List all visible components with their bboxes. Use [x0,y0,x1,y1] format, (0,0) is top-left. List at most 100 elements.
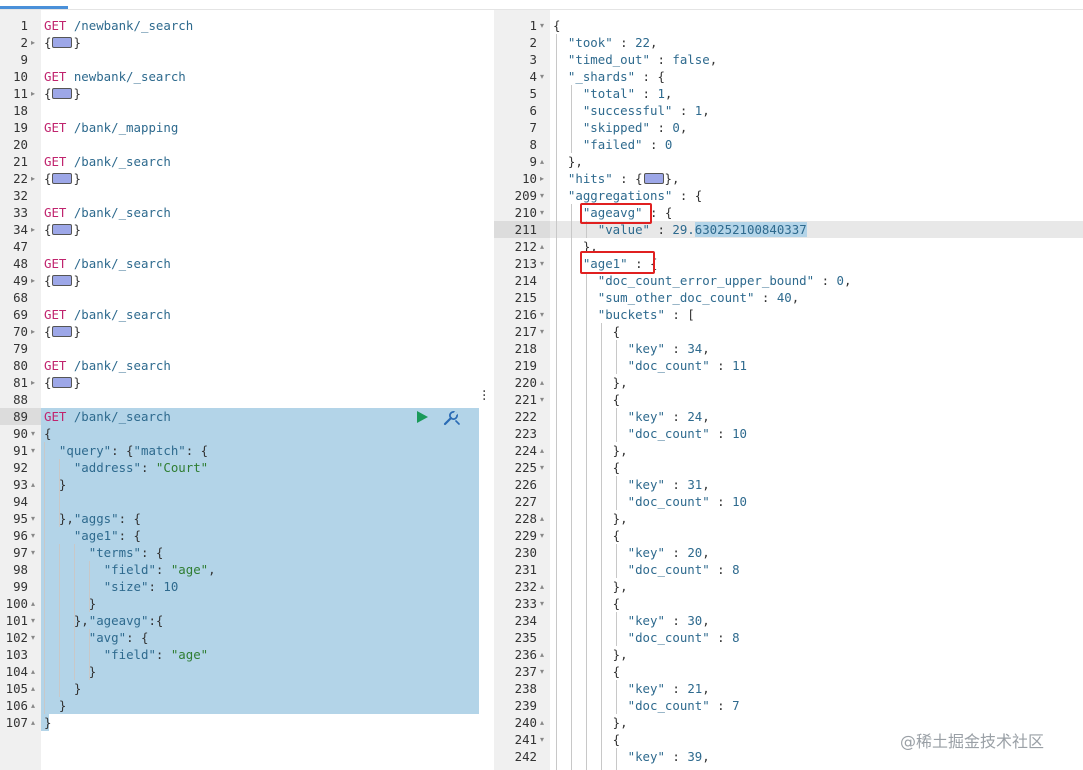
collapse-fold-icon[interactable]: ▾ [540,323,544,340]
run-request-icon[interactable] [417,411,428,423]
code-line[interactable]: } [44,697,66,714]
code-line[interactable]: GET /bank/_search [44,153,171,170]
active-tab-indicator[interactable] [0,6,68,9]
code-line[interactable]: GET /newbank/_search [44,17,193,34]
code-line[interactable]: "key" : 31, [553,476,710,493]
code-line[interactable]: } [44,476,66,493]
collapse-fold-icon[interactable]: ▴ [31,476,35,493]
code-line[interactable]: "aggregations" : { [553,187,702,204]
collapse-fold-icon[interactable]: ▾ [31,629,35,646]
code-line[interactable]: "doc_count" : 8 [553,561,740,578]
code-line[interactable]: "key" : 34, [553,340,710,357]
collapse-fold-icon[interactable]: ▾ [540,663,544,680]
collapse-fold-icon[interactable]: ▴ [540,238,544,255]
code-line[interactable]: "skipped" : 0, [553,119,687,136]
code-line[interactable]: "doc_count_error_upper_bound" : 0, [553,272,852,289]
code-line[interactable]: "buckets" : [ [553,306,695,323]
expand-fold-icon[interactable]: ▸ [31,323,35,340]
code-line[interactable]: "key" : 20, [553,544,710,561]
collapse-fold-icon[interactable]: ▴ [540,578,544,595]
expand-fold-icon[interactable]: ▸ [31,85,35,102]
collapse-fold-icon[interactable]: ▴ [31,714,35,731]
code-line[interactable]: }, [553,578,628,595]
collapsed-block-icon[interactable] [52,88,73,99]
collapse-fold-icon[interactable]: ▴ [31,680,35,697]
expand-fold-icon[interactable]: ▸ [31,374,35,391]
code-line[interactable]: "doc_count" : 11 [553,357,747,374]
code-line[interactable]: {} [44,272,81,289]
code-line[interactable]: "_shards" : { [553,68,665,85]
collapsed-block-icon[interactable] [643,173,664,184]
collapse-fold-icon[interactable]: ▾ [31,527,35,544]
expand-fold-icon[interactable]: ▸ [31,221,35,238]
collapse-fold-icon[interactable]: ▾ [31,510,35,527]
expand-fold-icon[interactable]: ▸ [31,170,35,187]
code-line[interactable]: "query": {"match": { [44,442,208,459]
collapse-fold-icon[interactable]: ▴ [540,153,544,170]
expand-fold-icon[interactable]: ▸ [31,272,35,289]
collapse-fold-icon[interactable]: ▾ [540,731,544,748]
collapse-fold-icon[interactable]: ▾ [540,187,544,204]
code-line[interactable]: { [44,425,51,442]
code-line[interactable]: }, [553,374,628,391]
code-line[interactable]: "successful" : 1, [553,102,710,119]
expand-fold-icon[interactable]: ▸ [31,34,35,51]
wrench-icon[interactable] [442,409,460,427]
code-line[interactable]: "took" : 22, [553,34,658,51]
code-line[interactable]: { [553,17,560,34]
collapsed-block-icon[interactable] [52,37,73,48]
collapsed-block-icon[interactable] [52,275,73,286]
collapse-fold-icon[interactable]: ▴ [540,374,544,391]
code-line[interactable]: GET /bank/_search [44,204,171,221]
code-line[interactable]: GET /bank/_search [44,408,171,425]
collapse-fold-icon[interactable]: ▴ [540,510,544,527]
collapse-fold-icon[interactable]: ▾ [540,391,544,408]
code-line[interactable]: {} [44,34,81,51]
code-line[interactable]: "sum_other_doc_count" : 40, [553,289,799,306]
code-line[interactable]: "key" : 24, [553,408,710,425]
collapse-fold-icon[interactable]: ▾ [31,425,35,442]
collapse-fold-icon[interactable]: ▾ [540,204,544,221]
code-line[interactable]: "doc_count" : 7 [553,697,740,714]
code-line[interactable]: }, [553,442,628,459]
code-line[interactable]: } [44,680,81,697]
collapse-fold-icon[interactable]: ▾ [540,527,544,544]
code-line[interactable]: }, [553,153,583,170]
code-line[interactable]: }, [553,646,628,663]
code-line[interactable]: GET /bank/_search [44,306,171,323]
code-line[interactable]: GET /bank/_search [44,357,171,374]
code-line[interactable]: "key" : 30, [553,612,710,629]
code-line[interactable]: GET newbank/_search [44,68,186,85]
collapsed-block-icon[interactable] [52,326,73,337]
collapsed-block-icon[interactable] [52,173,73,184]
code-line[interactable]: {} [44,170,81,187]
code-line[interactable]: "age1": { [44,527,141,544]
code-line[interactable]: } [44,714,51,731]
collapsed-block-icon[interactable] [52,224,73,235]
code-line[interactable]: {} [44,221,81,238]
code-line[interactable]: }, [553,714,628,731]
code-line[interactable]: {} [44,374,81,391]
code-line[interactable]: "doc_count" : 8 [553,629,740,646]
code-line[interactable]: {} [44,323,81,340]
collapse-fold-icon[interactable]: ▾ [540,595,544,612]
code-line[interactable]: GET /bank/_mapping [44,119,178,136]
collapsed-block-icon[interactable] [52,377,73,388]
code-line[interactable]: "terms": { [44,544,164,561]
code-line[interactable]: },"ageavg":{ [44,612,164,629]
collapse-fold-icon[interactable]: ▾ [540,17,544,34]
collapse-fold-icon[interactable]: ▴ [540,442,544,459]
code-line[interactable]: {} [44,85,81,102]
code-line[interactable]: }, [553,510,628,527]
code-line[interactable]: "doc_count" : 10 [553,425,747,442]
code-line[interactable]: "field": "age", [44,561,216,578]
expand-fold-icon[interactable]: ▸ [540,170,544,187]
collapse-fold-icon[interactable]: ▾ [540,459,544,476]
collapse-fold-icon[interactable]: ▾ [540,306,544,323]
code-line[interactable]: "hits" : {}, [553,170,680,187]
collapse-fold-icon[interactable]: ▾ [31,442,35,459]
code-line[interactable]: "timed_out" : false, [553,51,717,68]
collapse-fold-icon[interactable]: ▴ [31,697,35,714]
collapse-fold-icon[interactable]: ▴ [31,663,35,680]
collapse-fold-icon[interactable]: ▾ [540,255,544,272]
